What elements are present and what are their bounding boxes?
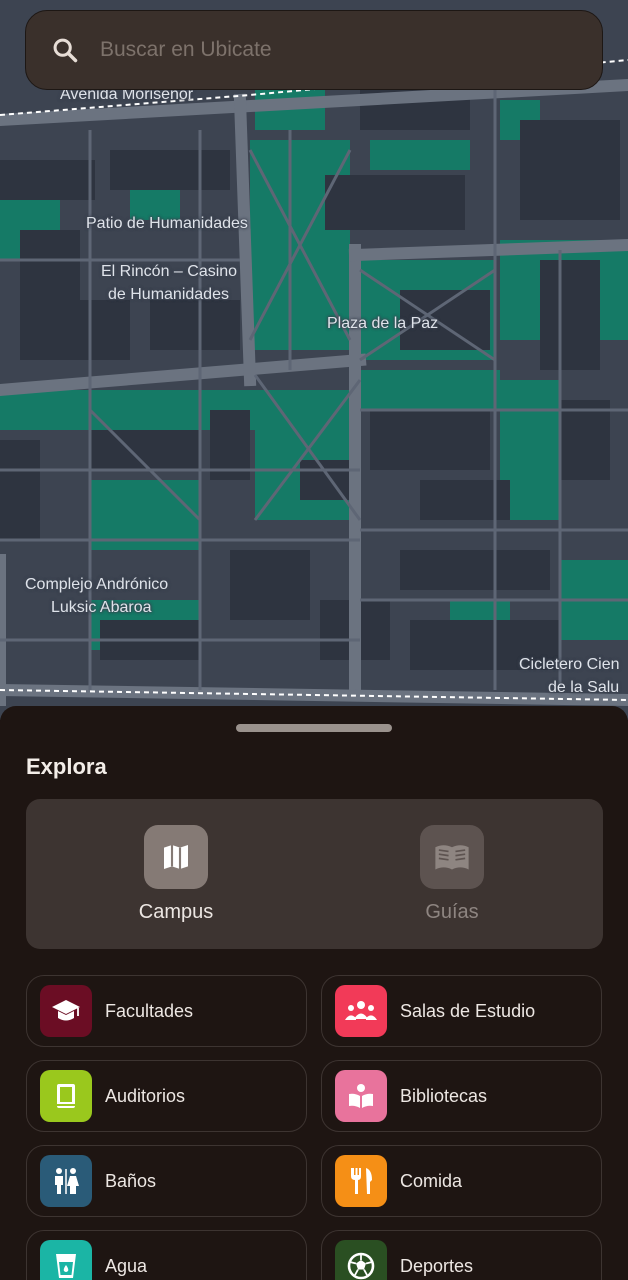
sheet-title: Explora xyxy=(26,754,107,779)
map-label-patio[interactable]: Patio de Humanidades xyxy=(86,213,248,235)
category-label: Deportes xyxy=(400,1255,474,1276)
people-group-icon xyxy=(335,985,387,1037)
tab-campus[interactable]: Campus xyxy=(116,825,236,935)
category-bibliotecas[interactable]: Bibliotecas xyxy=(321,1060,602,1132)
tab-guias[interactable]: Guías xyxy=(392,825,512,935)
category-label: Bibliotecas xyxy=(400,1085,488,1106)
category-label: Auditorios xyxy=(105,1085,186,1106)
app-root: Avenida Morisenor Patio de Humanidades E… xyxy=(0,0,628,1280)
map-label-cicletero-1[interactable]: Cicletero Cien xyxy=(519,654,619,676)
map-label-rincon-1[interactable]: El Rincón – Casino xyxy=(101,261,237,283)
soccer-ball-icon xyxy=(335,1240,387,1280)
map-label-plaza[interactable]: Plaza de la Paz xyxy=(327,313,438,335)
campus-map[interactable]: Avenida Morisenor Patio de Humanidades E… xyxy=(0,0,628,720)
water-glass-icon xyxy=(40,1240,92,1280)
tab-label: Guías xyxy=(425,901,479,923)
category-label: Salas de Estudio xyxy=(400,1000,536,1021)
book-reader-icon xyxy=(335,1070,387,1122)
category-label: Facultades xyxy=(105,1000,194,1021)
explore-sheet: Explora Campus Guías Facultades Salas de… xyxy=(0,706,628,1280)
explore-tabs: Campus Guías xyxy=(26,799,603,949)
map-icon xyxy=(144,825,208,889)
book-icon xyxy=(40,1070,92,1122)
map-label-complejo-1[interactable]: Complejo Andrónico xyxy=(25,574,168,596)
search-icon xyxy=(50,35,80,65)
category-facultades[interactable]: Facultades xyxy=(26,975,307,1047)
category-label: Agua xyxy=(105,1255,148,1276)
map-label-complejo-2[interactable]: Luksic Abaroa xyxy=(51,597,152,619)
restroom-icon xyxy=(40,1155,92,1207)
map-label-rincon-2[interactable]: de Humanidades xyxy=(108,284,229,306)
map-label-cicletero-2[interactable]: de la Salu xyxy=(548,677,619,699)
utensils-icon xyxy=(335,1155,387,1207)
category-label: Comida xyxy=(400,1170,463,1191)
graduation-cap-icon xyxy=(40,985,92,1037)
category-comida[interactable]: Comida xyxy=(321,1145,602,1217)
category-banos[interactable]: Baños xyxy=(26,1145,307,1217)
category-deportes[interactable]: Deportes xyxy=(321,1230,602,1280)
category-salas-de-estudio[interactable]: Salas de Estudio xyxy=(321,975,602,1047)
category-label: Baños xyxy=(105,1170,157,1191)
sheet-drag-handle[interactable] xyxy=(236,724,392,732)
tab-label: Campus xyxy=(138,901,214,923)
search-bar[interactable] xyxy=(25,10,603,90)
category-auditorios[interactable]: Auditorios xyxy=(26,1060,307,1132)
search-input[interactable] xyxy=(100,38,602,62)
category-agua[interactable]: Agua xyxy=(26,1230,307,1280)
book-icon xyxy=(420,825,484,889)
